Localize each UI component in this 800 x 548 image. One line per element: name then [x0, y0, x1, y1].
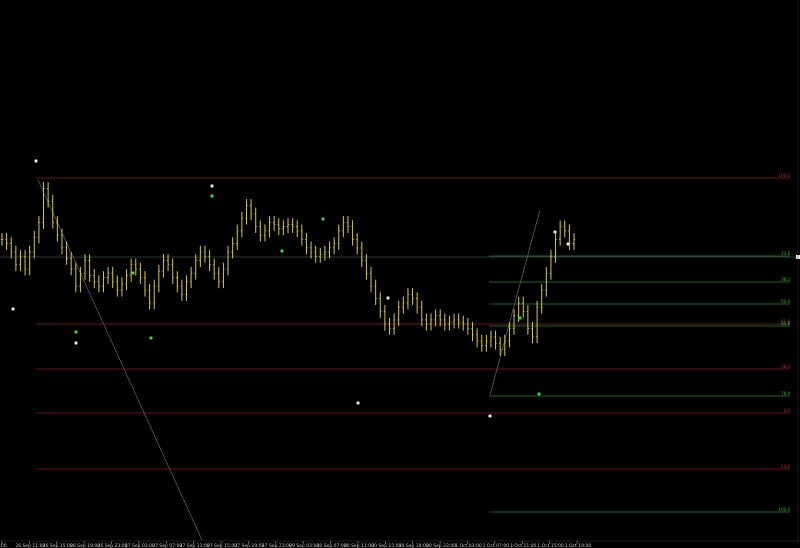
time-tick-label: 30 Sep 15:00 [371, 543, 401, 548]
time-tick-label: 29 Sep 03:00 [289, 543, 319, 548]
red-level-label: 38.2 [781, 364, 790, 369]
time-tick-label: 26 Sep 15:00 [43, 543, 73, 548]
green-fractal-marker [537, 392, 541, 396]
time-tick-label: 1 Oct 03:00 [455, 543, 482, 548]
time-tick-label: 27 Sep 23:00 [262, 543, 292, 548]
time-tick-label: 1 Oct 15:00 [537, 543, 564, 548]
green-fractal-marker [280, 249, 284, 253]
time-tick-label: 1 Oct 07:00 [483, 543, 510, 548]
white-fractal-marker [356, 401, 360, 405]
green-fractal-marker [74, 330, 78, 334]
time-tick-label: 26 Sep 19:00 [70, 543, 100, 548]
green-fractal-marker [518, 316, 522, 320]
green-level-label: 50.0 [781, 299, 790, 304]
time-tick-label: 30 Sep 19:00 [399, 543, 429, 548]
green-level-label: 38.2 [781, 277, 790, 282]
time-tick-label: 1 Oct 19:00 [565, 543, 592, 548]
time-tick-label: 30 Sep 23:00 [426, 543, 456, 548]
green-level-label: 76.4 [781, 391, 790, 396]
time-tick-label: 1 Oct 11:00 [510, 543, 537, 548]
red-level-label: 100.0 [779, 173, 791, 178]
time-tick-label: 30 Sep 07:00 [317, 543, 347, 548]
white-fractal-marker [553, 230, 557, 234]
white-fractal-marker [34, 159, 38, 163]
green-fractal-marker [321, 217, 325, 221]
green-level-label: 23.6 [781, 251, 790, 256]
time-tick-label: 27 Sep 11:00 [180, 543, 210, 548]
white-fractal-marker [11, 307, 15, 311]
time-tick-label: 26 Sep 23:00 [98, 543, 128, 548]
time-tick-label: 27 Sep 19:00 [234, 543, 264, 548]
green-level-label: 100.0 [779, 507, 791, 512]
time-tick-label: :00 [0, 543, 7, 548]
white-fractal-marker [386, 296, 390, 300]
green-fractal-marker [131, 271, 135, 275]
time-tick-label: 27 Sep 07:00 [152, 543, 182, 548]
price-chart[interactable]: 100.061.838.20.0-23.623.638.250.061.876.… [0, 0, 800, 548]
chart-background [0, 0, 800, 548]
white-fractal-marker [210, 184, 214, 188]
white-fractal-marker [488, 414, 492, 418]
white-fractal-marker [566, 242, 570, 246]
red-level-label: -23.6 [780, 464, 791, 469]
green-fractal-marker [210, 194, 214, 198]
red-level-label: 0.0 [784, 408, 791, 413]
time-tick-label: 26 Sep 11:00 [15, 543, 45, 548]
green-fractal-marker [149, 336, 153, 340]
white-fractal-marker [74, 341, 78, 345]
time-tick-label: 30 Sep 11:00 [344, 543, 374, 548]
green-level-label: 61.8 [781, 321, 790, 326]
time-tick-label: 27 Sep 15:00 [207, 543, 237, 548]
time-tick-label: 27 Sep 03:00 [125, 543, 155, 548]
